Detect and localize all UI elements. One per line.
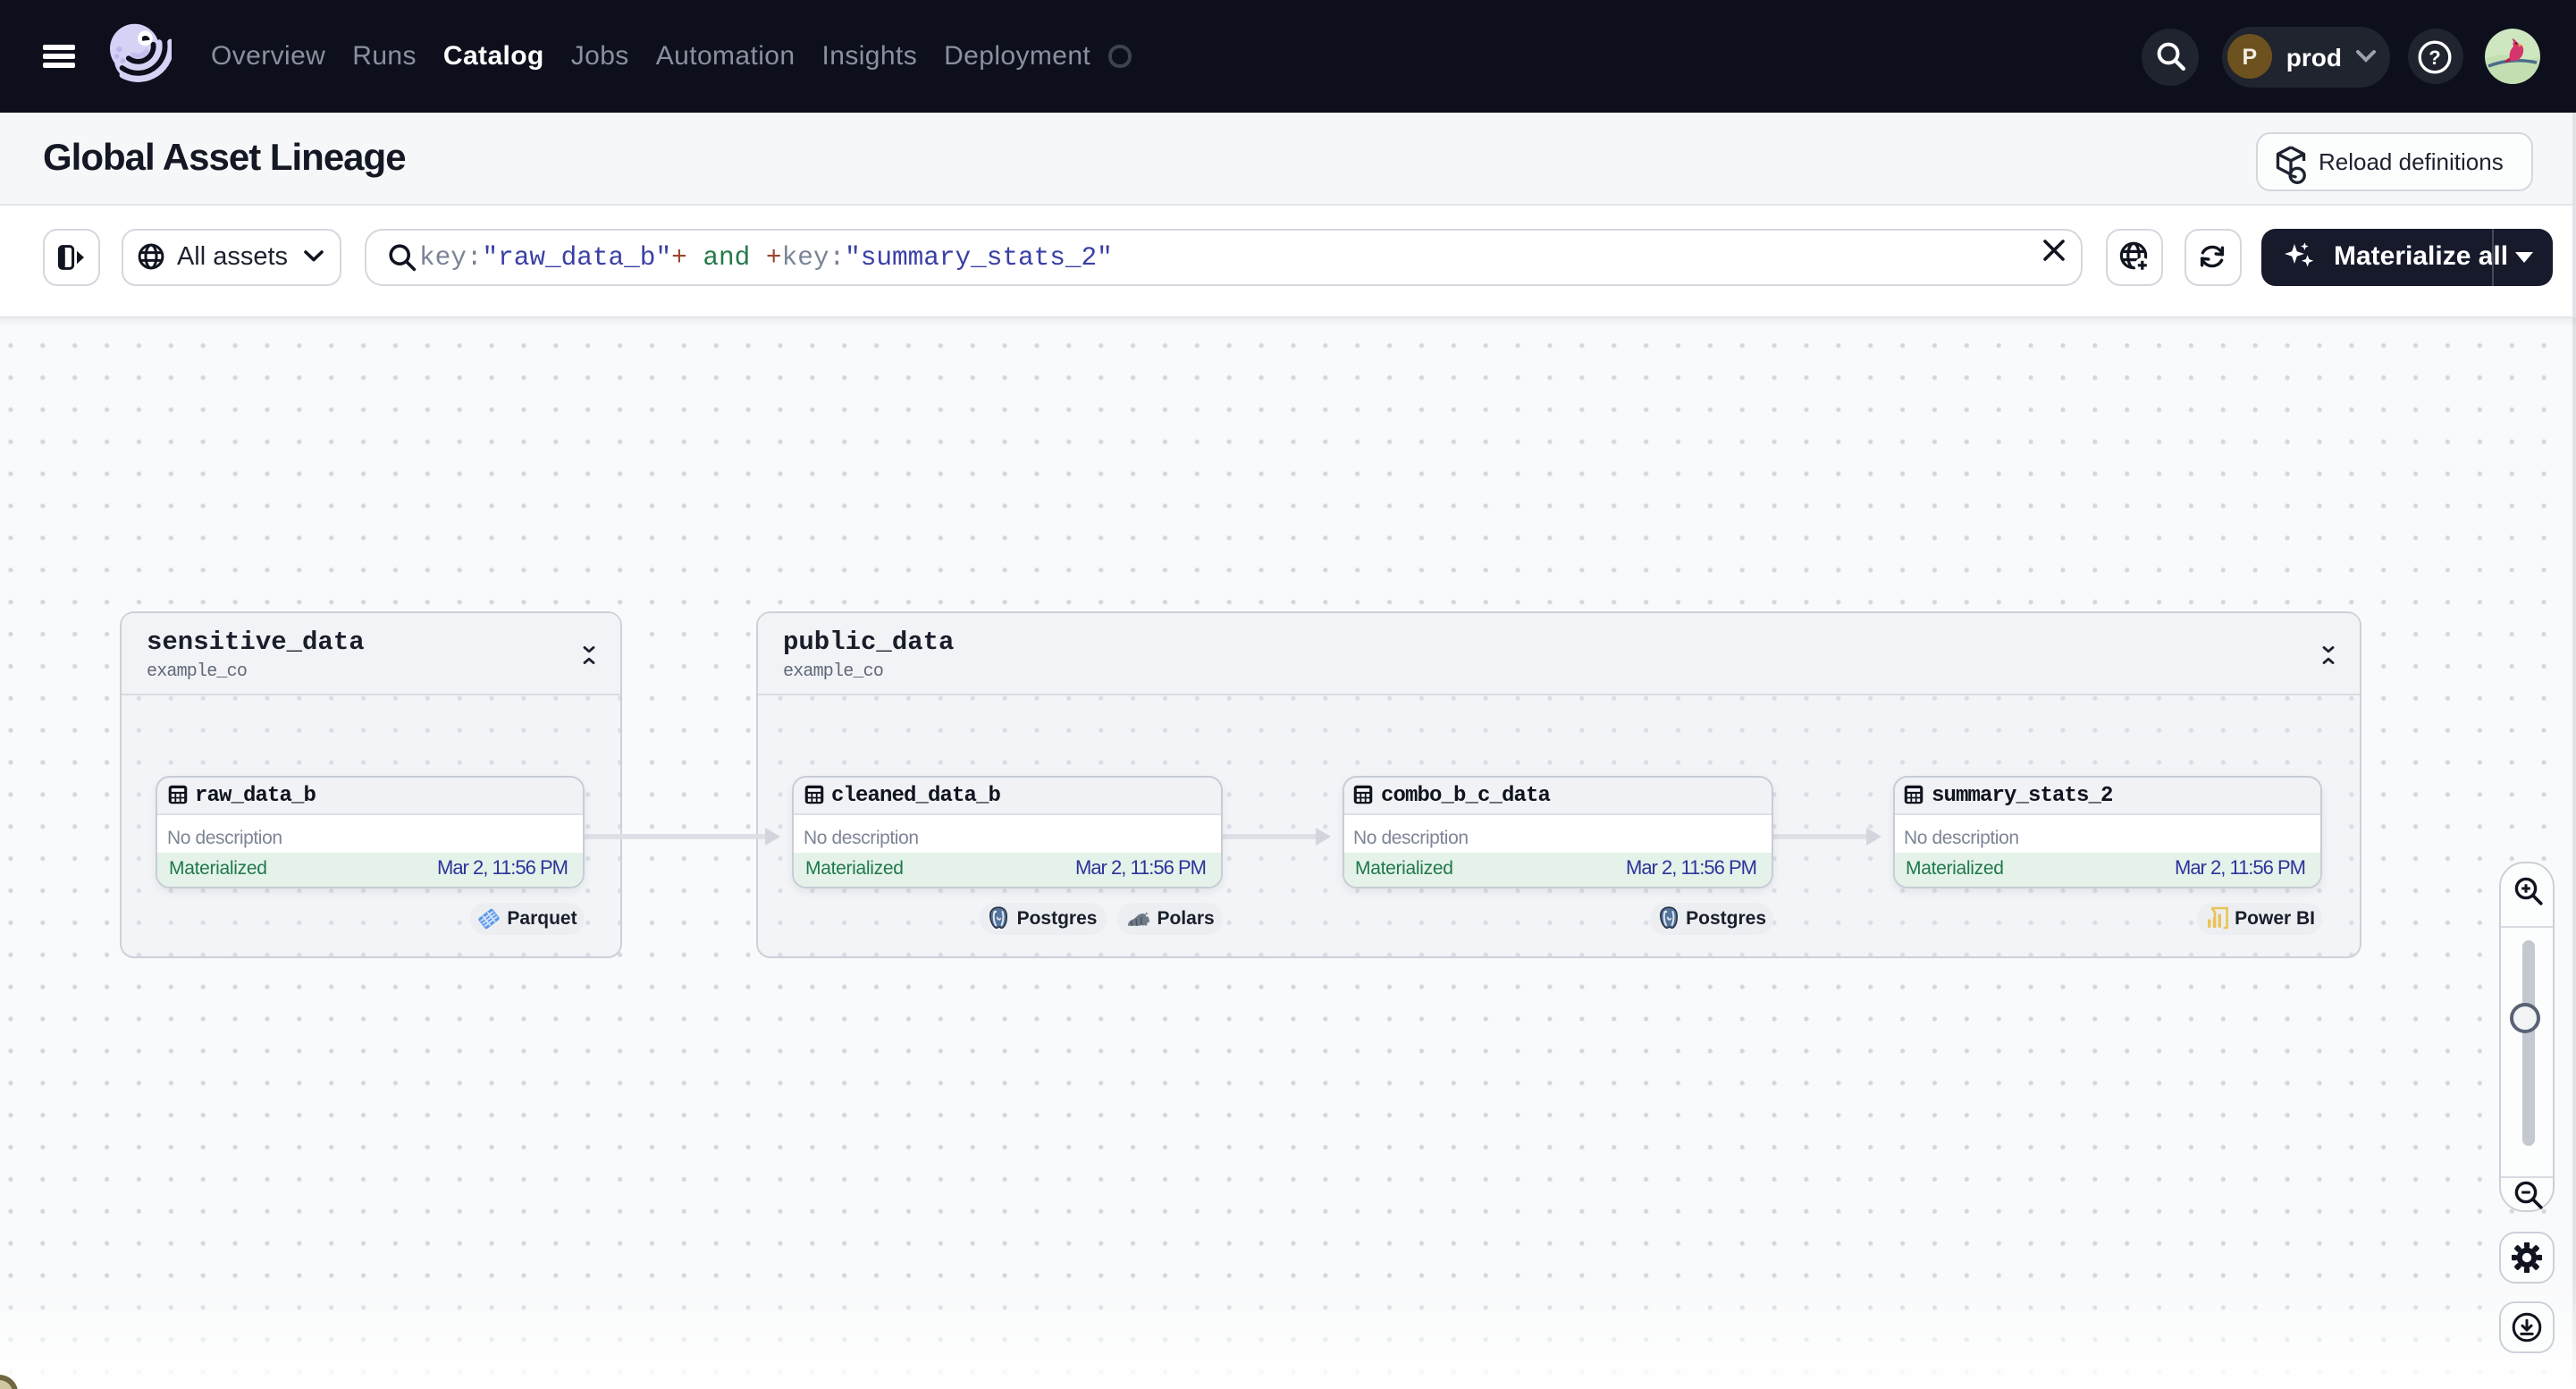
svg-text:?: ?	[2429, 46, 2440, 68]
